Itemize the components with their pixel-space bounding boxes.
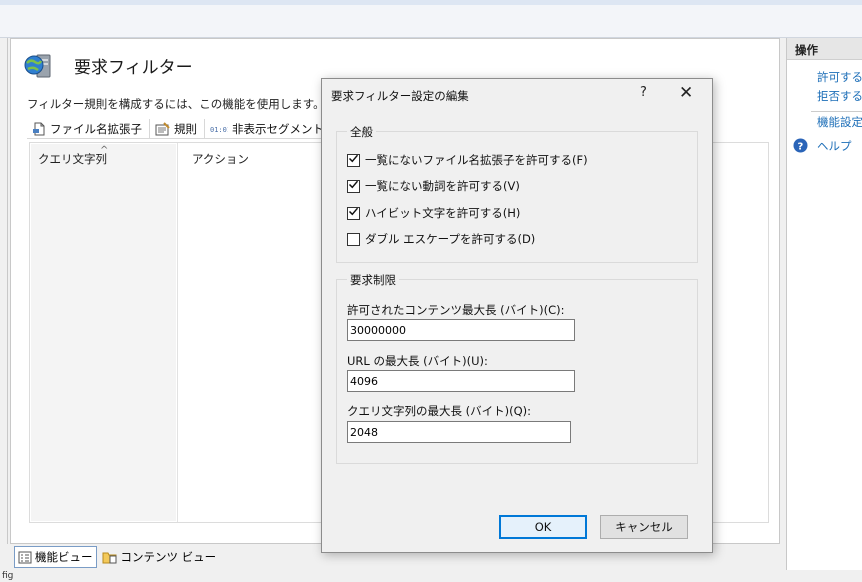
checkbox-label: 一覧にない動詞を許可する(V): [365, 179, 520, 193]
rules-icon: [155, 121, 170, 135]
hidden-segment-icon: 01:01: [210, 126, 228, 134]
allow-unlisted-verbs-checkbox[interactable]: 一覧にない動詞を許可する(V): [347, 178, 520, 194]
query-string-column: [31, 144, 176, 521]
allow-unlisted-extensions-checkbox[interactable]: 一覧にないファイル名拡張子を許可する(F): [347, 152, 588, 168]
max-url-length-label: URL の最大長 (バイト)(U):: [347, 354, 488, 368]
general-group-label: 全般: [347, 124, 376, 140]
feature-tabs: ファイル名拡張子 規則 01:01 非表示セグメント: [27, 118, 332, 139]
tab-rules[interactable]: 規則: [150, 118, 205, 139]
max-query-string-field[interactable]: [347, 421, 571, 443]
tab-label: 非表示セグメント: [232, 121, 324, 136]
deny-action-link[interactable]: 拒否する: [817, 88, 862, 104]
tab-hidden-segments[interactable]: 01:01 非表示セグメント: [205, 118, 332, 139]
globe-server-icon: [24, 54, 51, 78]
actions-header: 操作: [787, 38, 862, 60]
features-view-tab[interactable]: 機能ビュー: [14, 546, 97, 568]
content-view-icon: [102, 552, 116, 564]
dialog-title: 要求フィルター設定の編集: [331, 89, 469, 103]
checkbox-box[interactable]: [347, 232, 360, 246]
svg-text:?: ?: [798, 142, 804, 153]
column-header-action[interactable]: アクション: [192, 151, 249, 167]
tab-label: ファイル名拡張子: [50, 121, 142, 136]
checkbox-label: ダブル エスケープを許可する(D): [365, 232, 536, 246]
cancel-button[interactable]: キャンセル: [600, 515, 688, 539]
max-content-length-field[interactable]: [347, 319, 575, 341]
ok-button[interactable]: OK: [499, 515, 587, 539]
content-view-tab[interactable]: コンテンツ ビュー: [99, 547, 220, 567]
actions-divider: [811, 111, 862, 112]
edit-feature-settings-link[interactable]: 機能設定: [817, 114, 862, 130]
request-limits-group-label: 要求制限: [347, 272, 399, 288]
checkbox-label: ハイビット文字を許可する(H): [365, 206, 521, 220]
allow-high-bit-characters-checkbox[interactable]: ハイビット文字を許可する(H): [347, 205, 520, 221]
help-button[interactable]: ?: [640, 85, 647, 100]
file-extension-icon: [33, 122, 45, 135]
checkbox-box[interactable]: [347, 206, 360, 220]
page-description: フィルター規則を構成するには、この機能を使用します。: [27, 97, 325, 111]
close-icon[interactable]: ✕: [679, 83, 693, 103]
sort-ascending-icon: ^: [100, 145, 109, 156]
checkmark-icon: [348, 153, 359, 167]
checkbox-label: 一覧にないファイル名拡張子を許可する(F): [365, 153, 588, 167]
column-divider[interactable]: [177, 143, 178, 522]
help-link[interactable]: ヘルプ: [817, 138, 852, 154]
edit-request-filtering-settings-dialog: 要求フィルター設定の編集 ? ✕ 全般 一覧にないファイル名拡張子を許可する(F…: [321, 78, 713, 553]
checkbox-box[interactable]: [347, 153, 360, 167]
request-limits-group: 要求制限 許可されたコンテンツ最大長 (バイト)(C): URL の最大長 (バ…: [336, 272, 698, 464]
actions-panel: 操作 許可する 拒否する 機能設定 ? ヘルプ: [786, 38, 862, 570]
help-icon: ?: [793, 138, 808, 153]
max-query-string-label: クエリ文字列の最大長 (バイト)(Q):: [347, 404, 532, 418]
checkbox-box[interactable]: [347, 179, 360, 193]
allow-action-link[interactable]: 許可する: [817, 69, 862, 85]
allow-double-escaping-checkbox[interactable]: ダブル エスケープを許可する(D): [347, 231, 535, 247]
tab-label: 規則: [174, 121, 197, 136]
max-content-length-label: 許可されたコンテンツ最大長 (バイト)(C):: [347, 303, 565, 317]
connections-panel-edge: [0, 38, 8, 544]
max-url-length-field[interactable]: [347, 370, 575, 392]
features-view-icon: [18, 551, 32, 563]
svg-text:01:01: 01:01: [210, 126, 228, 134]
page-title: 要求フィルター: [74, 58, 193, 78]
tab-file-extensions[interactable]: ファイル名拡張子: [27, 118, 150, 139]
checkmark-icon: [348, 179, 359, 193]
window-top-bar: [0, 0, 862, 38]
content-view-label: コンテンツ ビュー: [120, 550, 217, 564]
status-bar: fig: [0, 570, 862, 582]
general-group: 全般 一覧にないファイル名拡張子を許可する(F) 一覧にない動詞を許可する(V)…: [336, 124, 698, 263]
column-header-query-string[interactable]: クエリ文字列: [38, 151, 107, 167]
checkmark-icon: [348, 206, 359, 220]
features-view-label: 機能ビュー: [35, 550, 93, 564]
